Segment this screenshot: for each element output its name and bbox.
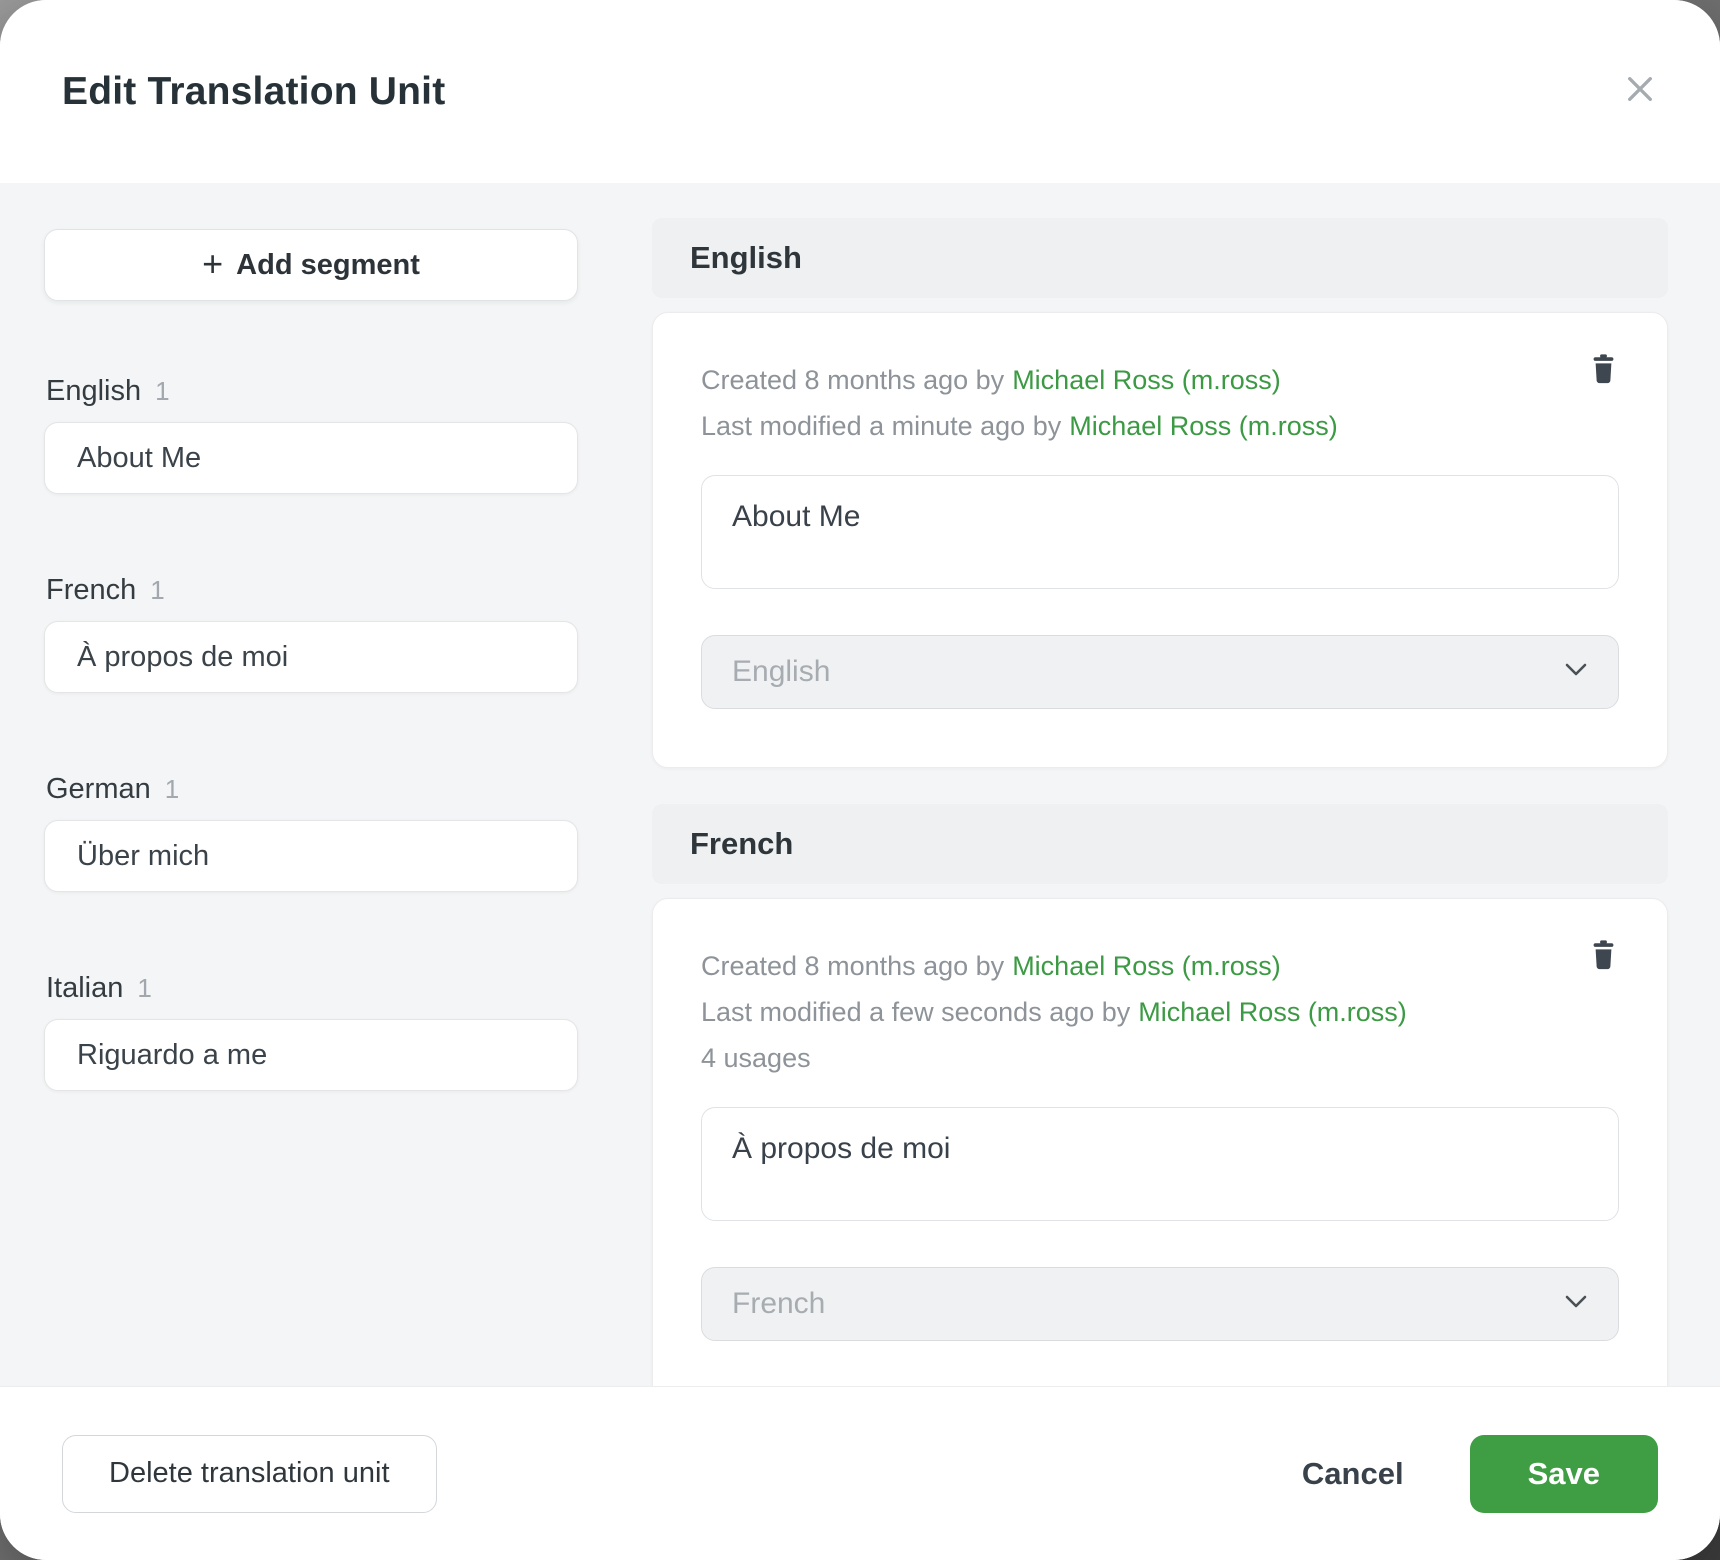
- segment-text-input[interactable]: About Me: [701, 475, 1619, 589]
- language-select[interactable]: French: [701, 1267, 1619, 1341]
- modified-meta: Last modified a few seconds ago by Michae…: [701, 989, 1619, 1035]
- segment-card-french: Created 8 months ago by Michael Ross (m.r…: [652, 898, 1668, 1386]
- segment-value-card[interactable]: À propos de moi: [44, 621, 578, 693]
- language-name: English: [46, 375, 141, 408]
- sidebar-segment-german: German 1 Über mich: [44, 773, 578, 892]
- segment-header-title: French: [690, 826, 793, 862]
- sidebar-segment-english: English 1 About Me: [44, 375, 578, 494]
- trash-icon: [1590, 353, 1617, 388]
- language-name: German: [46, 773, 151, 806]
- modified-text: Last modified a minute ago by: [701, 411, 1061, 441]
- delete-segment-button[interactable]: [1581, 939, 1625, 983]
- chevron-down-icon: [1564, 662, 1588, 682]
- add-segment-button[interactable]: + Add segment: [44, 229, 578, 301]
- created-meta: Created 8 months ago by Michael Ross (m.r…: [701, 943, 1619, 989]
- dialog-title: Edit Translation Unit: [62, 70, 445, 114]
- close-icon: [1621, 70, 1659, 111]
- created-text: Created 8 months ago by: [701, 365, 1004, 395]
- language-select-value: French: [732, 1287, 825, 1321]
- edit-translation-unit-dialog: Edit Translation Unit + Add segment Engl…: [0, 0, 1720, 1560]
- segment-count-badge: 1: [155, 376, 169, 407]
- segment-count-badge: 1: [165, 774, 179, 805]
- language-name: French: [46, 574, 136, 607]
- chevron-down-icon: [1564, 1294, 1588, 1314]
- segment-count-badge: 1: [137, 973, 151, 1004]
- delete-translation-unit-button[interactable]: Delete translation unit: [62, 1435, 437, 1513]
- segment-count-badge: 1: [150, 575, 164, 606]
- segment-value-card[interactable]: Riguardo a me: [44, 1019, 578, 1091]
- dialog-footer: Delete translation unit Cancel Save: [0, 1386, 1720, 1560]
- save-button[interactable]: Save: [1470, 1435, 1658, 1513]
- segment-header-title: English: [690, 240, 802, 276]
- modified-meta: Last modified a minute ago by Michael Ros…: [701, 403, 1619, 449]
- modified-user-link[interactable]: Michael Ross (m.ross): [1138, 997, 1407, 1027]
- segment-value-card[interactable]: Über mich: [44, 820, 578, 892]
- segment-text-input[interactable]: À propos de moi: [701, 1107, 1619, 1221]
- language-select[interactable]: English: [701, 635, 1619, 709]
- dialog-header: Edit Translation Unit: [0, 0, 1720, 183]
- trash-icon: [1590, 939, 1617, 974]
- segment-value-card[interactable]: About Me: [44, 422, 578, 494]
- dialog-body: + Add segment English 1 About Me French …: [0, 183, 1720, 1386]
- created-text: Created 8 months ago by: [701, 951, 1004, 981]
- modified-text: Last modified a few seconds ago by: [701, 997, 1130, 1027]
- segment-language-label: English 1: [44, 375, 578, 408]
- created-user-link[interactable]: Michael Ross (m.ross): [1012, 951, 1281, 981]
- delete-segment-button[interactable]: [1581, 353, 1625, 397]
- sidebar-segment-french: French 1 À propos de moi: [44, 574, 578, 693]
- segment-header-french: French: [652, 804, 1668, 884]
- language-select-value: English: [732, 655, 830, 689]
- segment-card-english: Created 8 months ago by Michael Ross (m.r…: [652, 312, 1668, 768]
- sidebar-segment-italian: Italian 1 Riguardo a me: [44, 972, 578, 1091]
- created-user-link[interactable]: Michael Ross (m.ross): [1012, 365, 1281, 395]
- usages-count: 4 usages: [701, 1035, 1619, 1081]
- close-button[interactable]: [1612, 62, 1668, 118]
- plus-icon: +: [202, 246, 223, 282]
- modified-user-link[interactable]: Michael Ross (m.ross): [1069, 411, 1338, 441]
- segment-editor-panel: English Created 8 months ago by Michael R…: [652, 183, 1668, 1386]
- segment-language-label: Italian 1: [44, 972, 578, 1005]
- segments-sidebar: + Add segment English 1 About Me French …: [44, 183, 578, 1386]
- segment-header-english: English: [652, 218, 1668, 298]
- add-segment-label: Add segment: [236, 249, 420, 282]
- segment-language-label: French 1: [44, 574, 578, 607]
- language-name: Italian: [46, 972, 123, 1005]
- created-meta: Created 8 months ago by Michael Ross (m.r…: [701, 357, 1619, 403]
- segment-language-label: German 1: [44, 773, 578, 806]
- cancel-button[interactable]: Cancel: [1302, 1456, 1404, 1492]
